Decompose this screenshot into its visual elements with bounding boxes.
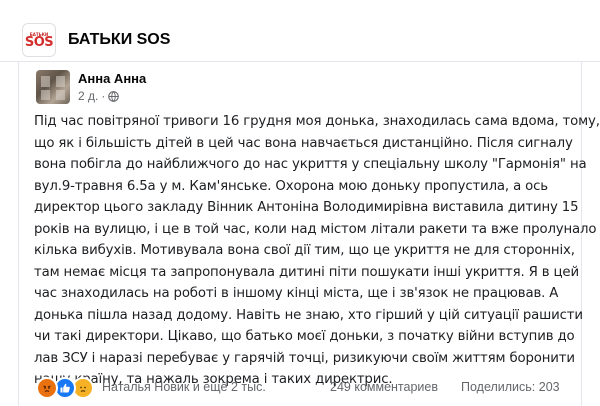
post-text-line: кілька вибухів. Мотивувала вона свої дії… xyxy=(34,243,575,258)
group-header: БАТЬКИ SOS БАТЬКИ SOS xyxy=(0,0,600,62)
post-body: Під час повітряної тривоги 16 грудня моя… xyxy=(34,111,600,391)
angry-reaction-icon[interactable] xyxy=(36,377,58,399)
globe-icon xyxy=(108,90,120,102)
logo-main-text: SOS xyxy=(24,34,54,50)
post-text-line: вул.9-травня 6.5а у м. Кам'янське. Охоро… xyxy=(34,178,548,194)
post-timestamp[interactable]: 2 д. xyxy=(78,89,98,103)
post-text-line: лав ЗСУ і наразі перебуває у гарячій точ… xyxy=(34,350,575,366)
post-text-line: донька пішла назад додому. Навіть не зна… xyxy=(34,307,583,323)
reactors-text[interactable]: Наталья Новик и ещё 2 тыс. xyxy=(102,380,266,394)
post-text-line: час знаходилась на роботі в іншому кінці… xyxy=(34,286,559,301)
comments-count[interactable]: 249 комментариев xyxy=(330,380,438,394)
post-text-line: що як і більшість дітей в цей час вона н… xyxy=(34,135,573,151)
meta-separator: · xyxy=(101,89,106,103)
post-text-line: вона побігла до найближчого до нас укрит… xyxy=(34,157,587,172)
reaction-summary[interactable] xyxy=(36,377,94,399)
group-logo[interactable]: БАТЬКИ SOS xyxy=(22,23,56,57)
post-text-line: Під час повітряної тривоги 16 грудня моя… xyxy=(34,114,600,129)
post-meta: 2 д. · xyxy=(78,89,120,103)
post-text-line: років на вулицю, і це в той час, коли на… xyxy=(34,221,597,237)
shares-count[interactable]: Поделились: 203 xyxy=(461,380,560,394)
post-author-name[interactable]: Анна Анна xyxy=(78,71,146,86)
post-text-line: директор цього закладу Вінник Антоніна В… xyxy=(34,200,579,215)
post-text-line: чи такі директори. Цікаво, що батько моє… xyxy=(34,329,575,344)
group-title[interactable]: БАТЬКИ SOS xyxy=(68,31,170,49)
author-avatar[interactable] xyxy=(36,70,70,104)
post-text-line: там немає місця та запропонувала дитині … xyxy=(34,264,579,280)
